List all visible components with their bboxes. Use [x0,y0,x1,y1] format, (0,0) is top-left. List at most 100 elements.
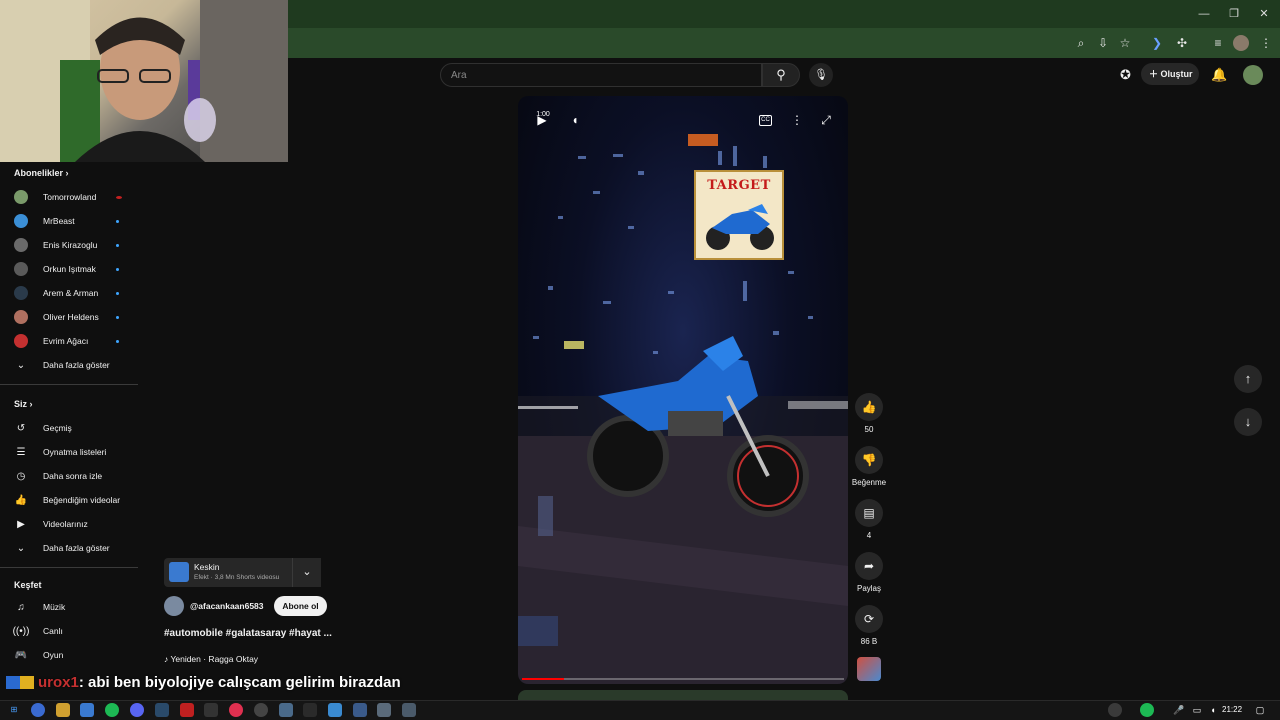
subscribe-button[interactable]: Abone ol [274,596,327,616]
media-icon[interactable]: ≡ [1210,35,1226,51]
sound-thumbnail[interactable] [857,657,881,681]
sidebar-item-gaming[interactable]: 🎮 Oyun [14,643,129,667]
thumbs-up-icon: 👍 [855,393,883,421]
new-content-dot [116,316,119,319]
app-icon[interactable] [328,703,342,717]
sidebar-sub-arem-arman[interactable]: Arem & Arman [14,281,129,305]
sidebar-sub-mrbeast[interactable]: MrBeast [14,209,129,233]
channel-avatar [14,286,28,300]
app-icon[interactable] [204,703,218,717]
app-icon[interactable] [303,703,317,717]
discord-icon[interactable] [130,703,144,717]
tray-icon[interactable] [1108,703,1122,717]
store-icon[interactable] [80,703,94,717]
app-icon[interactable] [180,703,194,717]
voice-search-button[interactable]: 🎙 [809,63,833,87]
like-button[interactable]: 👍 50 [855,393,883,434]
sidebar-item-history[interactable]: ↺ Geçmiş [14,416,129,440]
share-icon: ➦ [855,552,883,580]
account-avatar[interactable] [1243,65,1263,85]
music-link[interactable]: ♪ Yeniden · Ragga Oktay [164,654,258,664]
next-short-button[interactable]: ↓ [1234,408,1262,436]
sidebar-item-playlist[interactable]: ☰ Oynatma listeleri [14,440,129,464]
comments-button[interactable]: ▤ 4 [855,499,883,540]
notification-bell-icon[interactable]: 🔔 [1211,67,1227,83]
chevron-down-icon: ⌄ [302,566,312,578]
show-more-you[interactable]: ⌄ Daha fazla göster [14,536,129,560]
sidebar-sub-orkun-i-tmak[interactable]: Orkun Işıtmak [14,257,129,281]
sidebar-sub-enis-kirazoglu[interactable]: Enis Kirazoglu [14,233,129,257]
fullscreen-button[interactable]: ⤢ [817,111,835,129]
spotify-tray-icon[interactable] [1140,703,1154,717]
effect-expand-button[interactable]: ⌄ [292,558,321,587]
captions-button[interactable]: CC [759,115,772,126]
app-icon[interactable] [279,703,293,717]
search-button[interactable]: ⚲ [762,63,800,87]
subscriptions-title[interactable]: Abonelikler › [14,168,69,178]
steam-icon[interactable] [155,703,169,717]
sidebar-sub-evrim-a-ac-[interactable]: Evrim Ağacı [14,329,129,353]
play-button[interactable]: ▶ [533,111,551,129]
arrow-down-icon: ↓ [1244,414,1252,429]
app-icon[interactable] [353,703,367,717]
sidebar-item-liked[interactable]: 👍 Beğendiğim videolar [14,488,129,512]
install-icon[interactable]: ⇩ [1095,35,1111,51]
share-button[interactable]: ➦ Paylaş [855,552,883,593]
chrome-icon[interactable] [31,703,45,717]
volume-tray-icon[interactable]: ◖ [1206,703,1220,717]
sidebar-sub-tomorrowland[interactable]: Tomorrowland [14,185,129,209]
file-explorer-icon[interactable] [56,703,70,717]
previous-short-button[interactable]: ↑ [1234,365,1262,393]
search-input[interactable]: Ara [440,63,762,87]
create-label: Oluştur [1160,69,1193,79]
sidebar-item-watch-later[interactable]: ◷ Daha sonra izle [14,464,129,488]
sidebar-item-music[interactable]: ♫ Müzik [14,595,129,619]
puzzle-icon[interactable]: ✣ [1174,35,1190,51]
notifications-tray-icon[interactable]: ▢ [1253,703,1267,717]
menu-icon[interactable]: ⋮ [1258,35,1274,51]
spotify-icon[interactable] [105,703,119,717]
show-more-subscriptions[interactable]: ⌄ Daha fazla göster [14,353,129,377]
obs-icon[interactable] [254,703,268,717]
zoom-icon[interactable]: ⌕ [1073,35,1089,51]
new-content-dot [116,292,119,295]
profile-icon[interactable] [1233,35,1249,51]
like-count: 50 [864,425,874,434]
effect-icon [169,562,189,582]
extension-icon[interactable]: ❯ [1149,35,1165,51]
you-title[interactable]: Siz › [14,399,33,409]
channel-avatar[interactable] [164,596,184,616]
next-short-preview[interactable] [518,690,848,700]
network-icon[interactable]: ▭ [1190,703,1204,717]
explore-title: Keşfet [14,580,42,590]
close-button[interactable]: ✕ [1256,6,1272,22]
sidebar-item-label: Oyun [43,650,64,660]
start-icon[interactable]: ⊞ [7,703,21,717]
watch-later-icon: ◷ [16,470,26,482]
target-sticker-text: TARGET [707,178,771,193]
playlist-icon: ☰ [16,446,26,458]
progress-track[interactable] [522,678,844,680]
restore-button[interactable]: ❐ [1226,6,1242,22]
channel-name[interactable]: @afacankaan6583 [190,601,264,611]
sidebar-sub-oliver-heldens[interactable]: Oliver Heldens [14,305,129,329]
creator-studio-icon[interactable]: ✪ [1120,67,1131,83]
more-options-button[interactable]: ⋮ [788,111,806,129]
dislike-button[interactable]: 👎 Beğenme [852,446,886,487]
sidebar-item-live[interactable]: ((•)) Canlı [13,619,129,643]
app-icon[interactable] [377,703,391,717]
shorts-video-player[interactable]: TARGET 1:00 ▶ ◖ CC ⋮ ⤢ [518,96,848,684]
app-icon[interactable] [229,703,243,717]
sidebar-item-your-videos[interactable]: ▶ Videolarınız [14,512,129,536]
minimize-button[interactable]: — [1196,6,1212,22]
create-button[interactable]: ＋ Oluştur [1141,63,1199,85]
video-title[interactable]: #automobile #galatasaray #hayat ... [164,628,332,639]
volume-button[interactable]: ◖ [566,111,584,129]
remix-button[interactable]: ⟳ 86 B [855,605,883,646]
mic-tray-icon[interactable]: 🎤 [1172,703,1186,717]
app-icon[interactable] [402,703,416,717]
clock[interactable]: 21:22 [1222,705,1242,714]
new-content-dot [116,340,119,343]
webcam-person-image [0,0,288,162]
star-icon[interactable]: ☆ [1117,35,1133,51]
